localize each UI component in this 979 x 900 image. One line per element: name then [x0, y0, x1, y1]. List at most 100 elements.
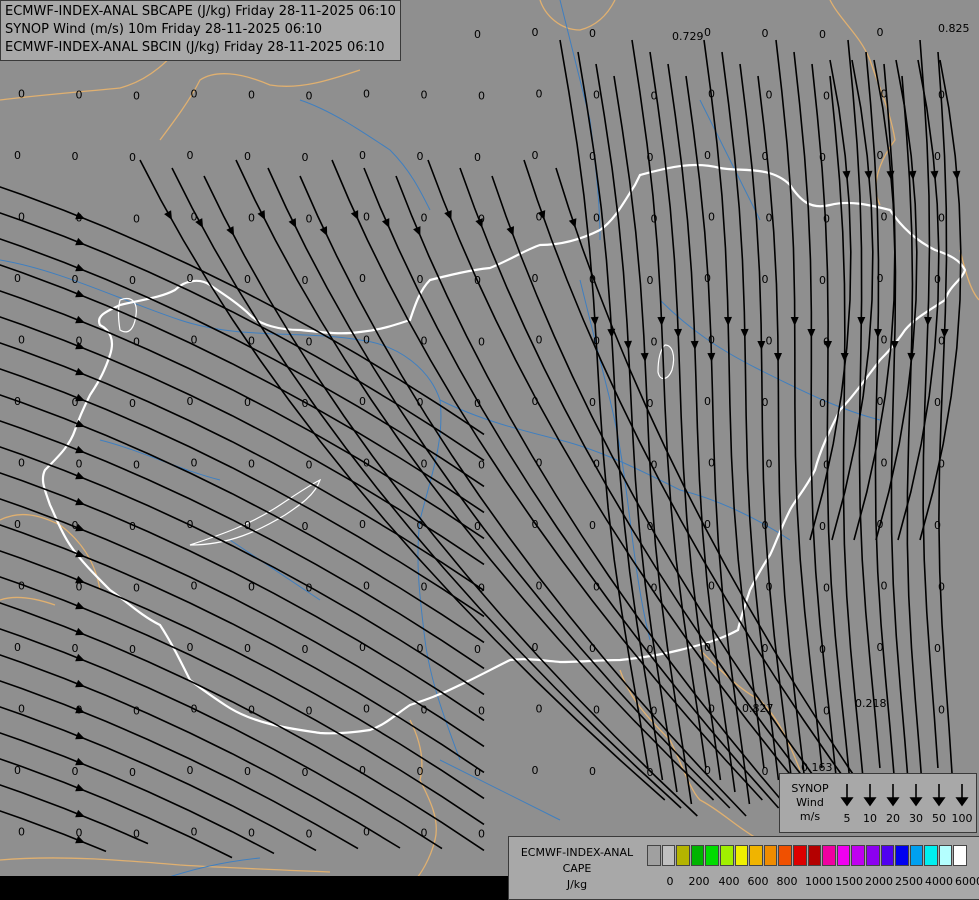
grid-value: 0 — [536, 703, 543, 716]
grid-value: 0 — [363, 703, 370, 716]
wind-legend-arrows: 5 10 20 30 50 100 — [840, 784, 973, 825]
grid-value: 0 — [708, 211, 715, 224]
grid-value: 0 — [191, 580, 198, 593]
cape-color-swatch — [953, 845, 968, 866]
grid-value: 0 — [532, 764, 539, 777]
grid-value: 0 — [421, 581, 428, 594]
grid-value: 0 — [133, 459, 140, 472]
grid-value: 0 — [18, 88, 25, 101]
cape-color-swatch — [705, 845, 719, 866]
grid-value: 0 — [938, 581, 945, 594]
grid-value: 0 — [474, 151, 481, 164]
cape-tick-label: 400 — [718, 875, 740, 888]
cape-tick-label: 2500 — [895, 875, 923, 888]
grid-value: 0 — [76, 581, 83, 594]
cape-color-swatch — [661, 845, 676, 866]
grid-value: 0 — [14, 641, 21, 654]
grid-value: 0 — [823, 213, 830, 226]
grid-value: 0 — [421, 458, 428, 471]
grid-value: 0 — [474, 520, 481, 533]
cape-color-swatch — [865, 845, 880, 866]
grid-value: 0 — [823, 90, 830, 103]
grid-value: 0 — [877, 26, 884, 39]
cape-color-swatch — [734, 845, 749, 866]
grid-value: 0 — [133, 336, 140, 349]
grid-value: 0 — [306, 828, 313, 841]
title-line-cape: ECMWF-INDEX-ANAL SBCAPE (J/kg) Friday 28… — [5, 4, 396, 19]
grid-value: 0 — [302, 274, 309, 287]
wind-arrow-icon — [909, 797, 923, 807]
grid-value: 0 — [129, 397, 136, 410]
grid-value: 0 — [589, 27, 596, 40]
grid-value: 0 — [129, 643, 136, 656]
grid-value: 0 — [248, 581, 255, 594]
cape-tick-label: 2000 — [865, 875, 893, 888]
grid-value: 0 — [762, 642, 769, 655]
grid-value: 0 — [133, 582, 140, 595]
cape-tick-label: 600 — [747, 875, 769, 888]
grid-value: 0 — [708, 703, 715, 716]
grid-value: 0 — [474, 28, 481, 41]
grid-value: 0 — [417, 150, 424, 163]
grid-value: 0 — [421, 704, 428, 717]
cape-color-swatch — [792, 845, 807, 866]
grid-value: 0 — [129, 274, 136, 287]
grid-value: 0 — [187, 272, 194, 285]
cape-legend-title: ECMWF-INDEX-ANAL — [520, 846, 634, 859]
grid-value: 0 — [589, 642, 596, 655]
cape-legend-unit: J/kg — [566, 878, 588, 891]
grid-value: 0 — [762, 150, 769, 163]
cape-color-swatch — [749, 845, 763, 866]
grid-value: 0 — [363, 334, 370, 347]
grid-value: 0 — [704, 764, 711, 777]
grid-value: 0 — [651, 336, 658, 349]
cape-legend-subtitle: CAPE — [562, 862, 592, 875]
wind-speed-20: 20 — [886, 812, 900, 825]
grid-value: 0 — [248, 335, 255, 348]
weather-map[interactable]: 0 0 0 0 0 0 0 0 0 0 0 0 0 0 0 0 0 0 0 0 0 0 0 0 0 0 0 0 0 0 0 0 0 0 0 0 0 0 0 0… — [0, 0, 979, 900]
grid-value: 0 — [72, 396, 79, 409]
grid-value: 0 — [18, 580, 25, 593]
grid-value: 0 — [191, 457, 198, 470]
grid-value: 0.729 — [672, 30, 704, 43]
grid-value: 0 — [302, 151, 309, 164]
cape-tick-label: 1000 — [805, 875, 833, 888]
grid-value: 0 — [704, 272, 711, 285]
grid-value: 0 — [129, 766, 136, 779]
grid-value: 0 — [133, 828, 140, 841]
grid-value: 0 — [18, 826, 25, 839]
grid-value: 0 — [474, 643, 481, 656]
wind-arrow-icon — [863, 797, 877, 807]
grid-value: 0 — [363, 211, 370, 224]
wind-arrow-icon — [840, 797, 854, 807]
grid-value: 0 — [72, 642, 79, 655]
grid-value: 0 — [823, 582, 830, 595]
wind-speed-5: 5 — [844, 812, 851, 825]
cape-color-swatch — [778, 845, 792, 866]
grid-value: 0 — [306, 336, 313, 349]
wind-speed-50: 50 — [932, 812, 946, 825]
grid-value: 0 — [76, 827, 83, 840]
grid-value: 0 — [877, 149, 884, 162]
grid-value: 0 — [762, 27, 769, 40]
grid-value: 0 — [359, 764, 366, 777]
grid-value: 0 — [248, 212, 255, 225]
grid-value: 0 — [593, 89, 600, 102]
wind-speed-30: 30 — [909, 812, 923, 825]
wind-legend-subtitle: Wind — [796, 796, 824, 809]
grid-value: 0 — [651, 459, 658, 472]
wind-legend-unit: m/s — [799, 810, 821, 823]
grid-value: 0 — [417, 642, 424, 655]
grid-value: 0 — [938, 89, 945, 102]
grid-value: 0 — [76, 458, 83, 471]
grid-value: 0 — [704, 395, 711, 408]
grid-value: 0 — [532, 26, 539, 39]
title-line-wind: SYNOP Wind (m/s) 10m Friday 28-11-2025 0… — [5, 22, 323, 37]
cape-color-swatch — [822, 845, 836, 866]
grid-value: 0 — [766, 212, 773, 225]
grid-value: 0 — [474, 274, 481, 287]
grid-value: 0 — [191, 88, 198, 101]
grid-value: 0 — [881, 211, 888, 224]
grid-value: 0 — [877, 518, 884, 531]
grid-value: 0 — [302, 520, 309, 533]
